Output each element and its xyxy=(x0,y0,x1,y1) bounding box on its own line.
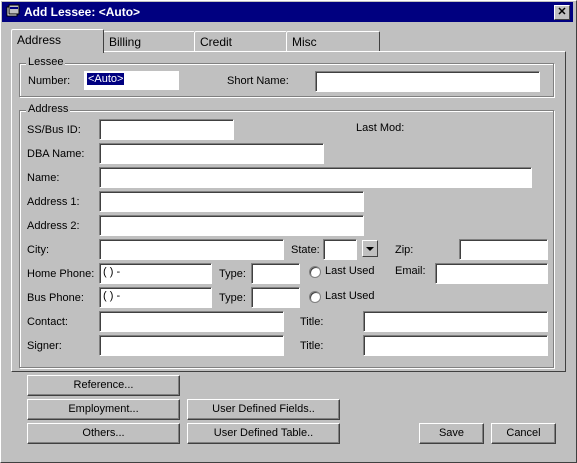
tab-address[interactable]: Address xyxy=(11,29,104,53)
tab-credit-label: Credit xyxy=(200,35,233,49)
tab-misc[interactable]: Misc xyxy=(286,31,380,52)
reference-button[interactable]: Reference... xyxy=(27,375,180,396)
title-bar: Add Lessee: <Auto> ✕ xyxy=(2,2,573,22)
close-button[interactable]: ✕ xyxy=(554,5,570,20)
user-defined-fields-button[interactable]: User Defined Fields.. xyxy=(187,399,340,420)
user-defined-table-button[interactable]: User Defined Table.. xyxy=(187,423,340,444)
tab-address-label: Address xyxy=(17,33,62,47)
app-icon xyxy=(6,4,20,17)
employment-button[interactable]: Employment... xyxy=(27,399,180,420)
close-icon: ✕ xyxy=(557,6,567,18)
cancel-button[interactable]: Cancel xyxy=(491,423,556,444)
window-title: Add Lessee: <Auto> xyxy=(24,5,141,19)
save-button[interactable]: Save xyxy=(419,423,484,444)
tab-billing[interactable]: Billing xyxy=(103,31,195,52)
tab-panel xyxy=(11,51,566,372)
others-button[interactable]: Others... xyxy=(27,423,180,444)
tab-billing-label: Billing xyxy=(109,35,142,49)
tab-credit[interactable]: Credit xyxy=(194,31,287,52)
tab-misc-label: Misc xyxy=(292,35,317,49)
